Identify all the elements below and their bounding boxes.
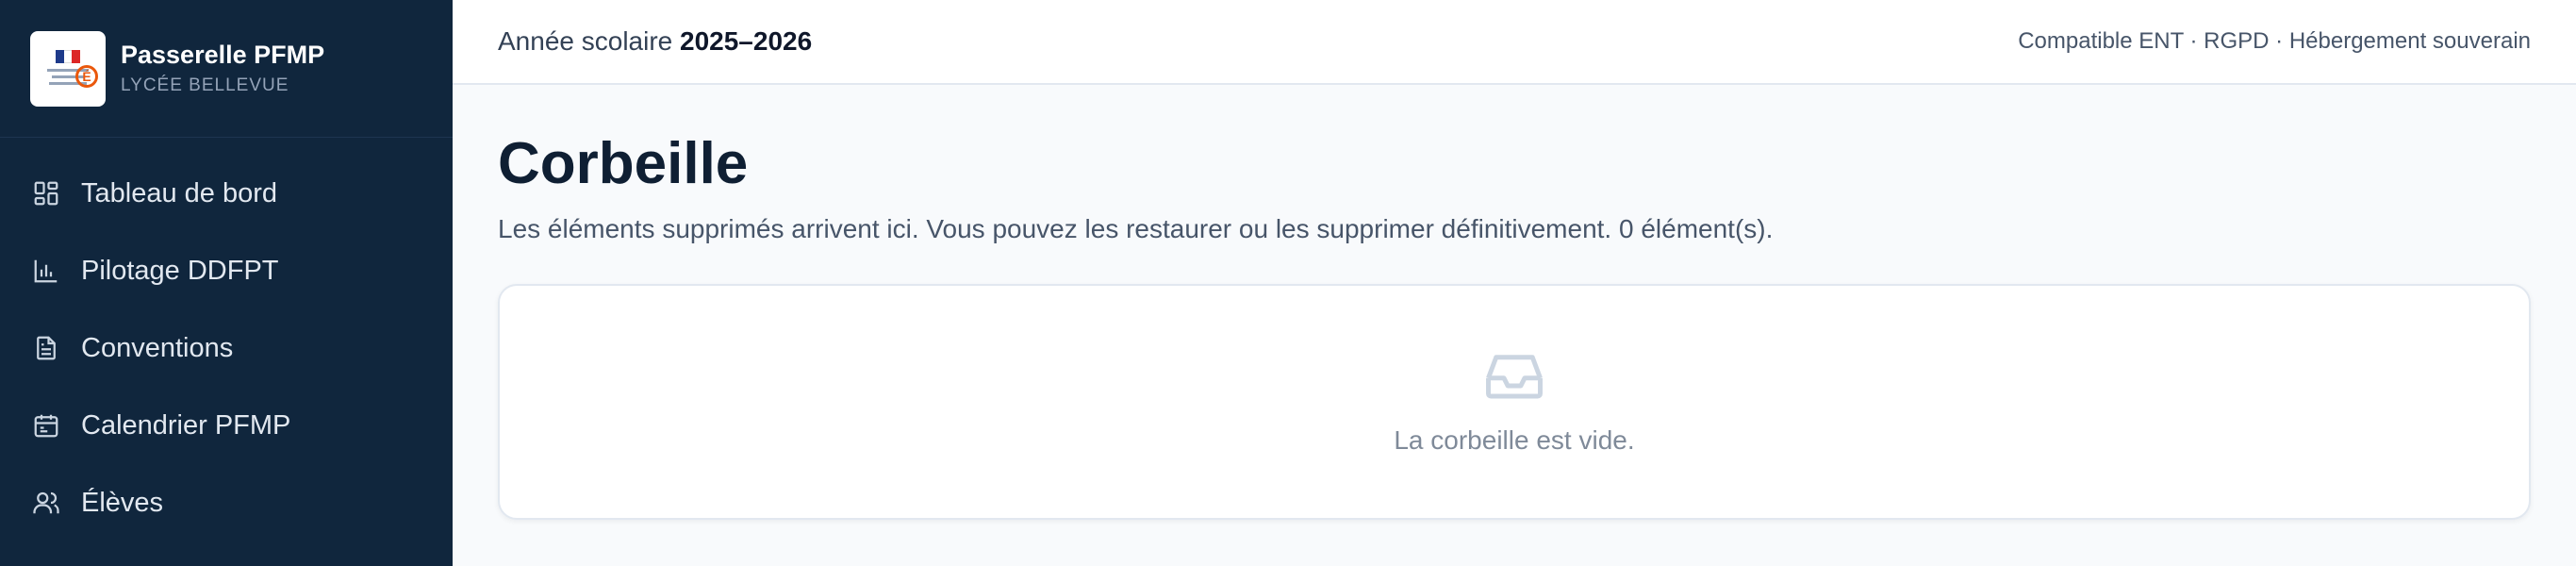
inbox-icon xyxy=(1483,349,1545,407)
empty-state-text: La corbeille est vide. xyxy=(1394,424,1635,455)
trash-empty-card: La corbeille est vide. xyxy=(498,284,2531,520)
french-flag-icon xyxy=(56,50,81,63)
document-icon xyxy=(32,334,60,362)
sidebar-item-label: Tableau de bord xyxy=(81,177,277,208)
school-year-value: 2025–2026 xyxy=(680,26,813,56)
sidebar-item-eleves[interactable]: Élèves xyxy=(0,464,453,541)
e-mark-icon: É xyxy=(75,64,98,88)
compliance-note: Compatible ENT · RGPD · Hébergement souv… xyxy=(2018,28,2531,54)
sidebar-item-label: Calendrier PFMP xyxy=(81,409,291,441)
app-root: É Passerelle PFMP LYCÉE BELLEVUE Tableau… xyxy=(0,0,2576,566)
top-bar: Année scolaire 2025–2026 Compatible ENT … xyxy=(453,0,2576,85)
bar-chart-icon xyxy=(32,257,60,285)
sidebar-item-calendrier-pfmp[interactable]: Calendrier PFMP xyxy=(0,387,453,464)
sidebar: É Passerelle PFMP LYCÉE BELLEVUE Tableau… xyxy=(0,0,453,566)
sidebar-item-label: Pilotage DDFPT xyxy=(81,255,279,286)
app-title: Passerelle PFMP xyxy=(121,41,325,69)
page-content: Corbeille Les éléments supprimés arriven… xyxy=(453,85,2576,565)
brand-header[interactable]: É Passerelle PFMP LYCÉE BELLEVUE xyxy=(0,0,453,138)
calendar-icon xyxy=(32,411,60,440)
school-year-label: Année scolaire xyxy=(498,26,673,56)
sidebar-nav: Tableau de bord Pilotage DDFPT Conventio… xyxy=(0,138,453,541)
page-title: Corbeille xyxy=(498,131,749,196)
main-area: Année scolaire 2025–2026 Compatible ENT … xyxy=(453,0,2576,566)
sidebar-item-conventions[interactable]: Conventions xyxy=(0,309,453,387)
school-name: LYCÉE BELLEVUE xyxy=(121,75,289,95)
sidebar-item-pilotage-ddfpt[interactable]: Pilotage DDFPT xyxy=(0,232,453,309)
school-year: Année scolaire 2025–2026 xyxy=(498,26,812,57)
dashboard-icon xyxy=(32,179,60,208)
brand-text: Passerelle PFMP LYCÉE BELLEVUE xyxy=(121,41,324,96)
sidebar-item-label: Élèves xyxy=(81,487,164,518)
sidebar-item-label: Conventions xyxy=(81,332,234,363)
users-icon xyxy=(32,489,60,517)
page-description: Les éléments supprimés arrivent ici. Vou… xyxy=(498,214,1774,243)
sidebar-item-tableau-de-bord[interactable]: Tableau de bord xyxy=(0,155,453,232)
school-logo: É xyxy=(30,30,106,107)
